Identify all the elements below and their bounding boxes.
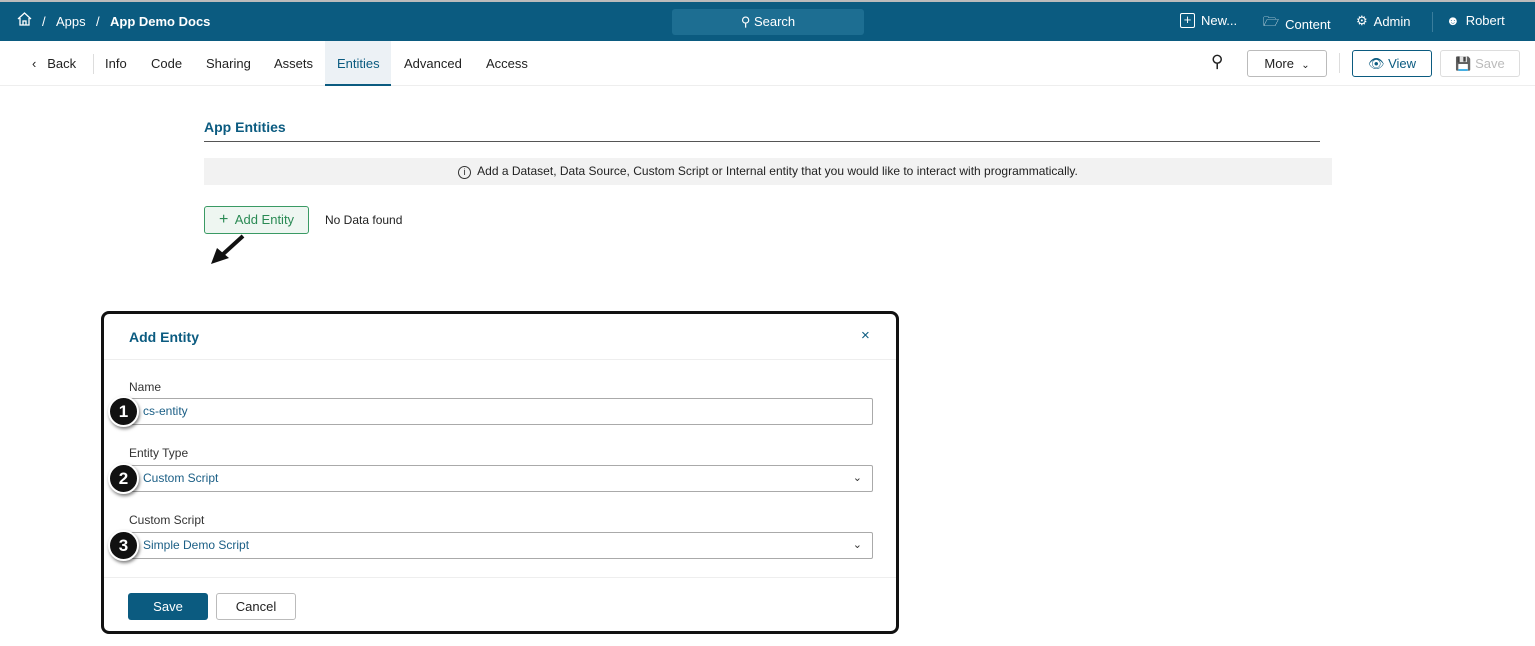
content-button[interactable]: 🗁 Content (1263, 13, 1331, 35)
plus-icon: + (218, 211, 229, 228)
callout-2: 2 (108, 463, 139, 494)
tab-info[interactable]: Info (105, 41, 127, 86)
content-label: Content (1285, 16, 1331, 32)
admin-label: Admin (1373, 13, 1411, 29)
dialog-save-button[interactable]: Save (128, 593, 208, 620)
chevron-down-icon: ⌄ (1301, 60, 1310, 71)
save-label: Save (1475, 56, 1505, 71)
more-label: More (1264, 56, 1294, 71)
tab-advanced[interactable]: Advanced (404, 41, 462, 86)
tab-access[interactable]: Access (486, 41, 528, 86)
name-input[interactable]: cs-entity (129, 398, 873, 425)
close-icon[interactable]: × (861, 327, 870, 344)
search-icon[interactable]: ⚲ (1211, 52, 1223, 72)
search-button[interactable]: ⚲ Search (672, 9, 864, 35)
user-icon: ☻ (1446, 13, 1460, 28)
info-text: Add a Dataset, Data Source, Custom Scrip… (477, 164, 1078, 178)
search-label: Search (753, 14, 796, 29)
plus-square-icon: + (1180, 13, 1195, 28)
tab-code[interactable]: Code (151, 41, 182, 86)
new-button[interactable]: + New... (1180, 13, 1237, 28)
entity-type-label: Entity Type (129, 446, 189, 460)
new-label: New... (1201, 13, 1238, 28)
tab-bar: ‹ Back Info Code Sharing Assets Entities… (0, 41, 1535, 86)
save-button[interactable]: 💾 Save (1440, 50, 1520, 77)
entity-type-select[interactable]: Custom Script ⌄ (129, 465, 873, 492)
back-label: Back (47, 56, 77, 71)
add-entity-dialog: Add Entity × Name cs-entity 1 Entity Typ… (101, 311, 899, 634)
breadcrumb-apps[interactable]: Apps (56, 14, 86, 29)
tab-sharing[interactable]: Sharing (206, 41, 251, 86)
custom-script-value: Simple Demo Script (143, 538, 250, 552)
dialog-title: Add Entity (129, 329, 199, 345)
arrow-annotation-icon (211, 234, 245, 264)
dialog-cancel-button[interactable]: Cancel (216, 593, 296, 620)
name-label: Name (129, 380, 162, 394)
top-bar: / Apps / App Demo Docs ⚲ Search + New... … (0, 0, 1535, 41)
floppy-icon: 💾 (1455, 56, 1472, 71)
tab-assets[interactable]: Assets (274, 41, 313, 86)
view-label: View (1388, 56, 1417, 71)
empty-state: No Data found (325, 213, 403, 227)
callout-3: 3 (108, 530, 139, 561)
tab-entities[interactable]: Entities (325, 41, 391, 86)
gear-icon: ⚙ (1356, 13, 1368, 28)
add-entity-label: Add Entity (234, 212, 295, 227)
info-icon: i (458, 166, 472, 179)
custom-script-label: Custom Script (129, 513, 205, 527)
back-button[interactable]: ‹ Back (32, 41, 76, 86)
chevron-left-icon: ‹ (32, 56, 37, 71)
info-banner: i Add a Dataset, Data Source, Custom Scr… (204, 158, 1332, 185)
search-icon: ⚲ (740, 14, 751, 29)
eye-icon: 👁 (1367, 56, 1385, 71)
callout-1: 1 (108, 396, 139, 427)
folder-icon: 🗁 (1263, 14, 1280, 29)
view-button[interactable]: 👁 View (1352, 50, 1432, 77)
section-title: App Entities (204, 119, 286, 135)
home-icon[interactable] (16, 11, 33, 30)
breadcrumb-current: App Demo Docs (110, 14, 211, 29)
chevron-down-icon: ⌄ (852, 539, 862, 551)
admin-button[interactable]: ⚙ Admin (1356, 13, 1411, 29)
user-label: Robert (1465, 13, 1505, 28)
chevron-down-icon: ⌄ (852, 472, 862, 484)
entity-type-value: Custom Script (143, 471, 219, 485)
custom-script-select[interactable]: Simple Demo Script ⌄ (129, 532, 873, 559)
more-dropdown[interactable]: More ⌄ (1247, 50, 1327, 77)
user-menu[interactable]: ☻ Robert (1446, 13, 1505, 28)
